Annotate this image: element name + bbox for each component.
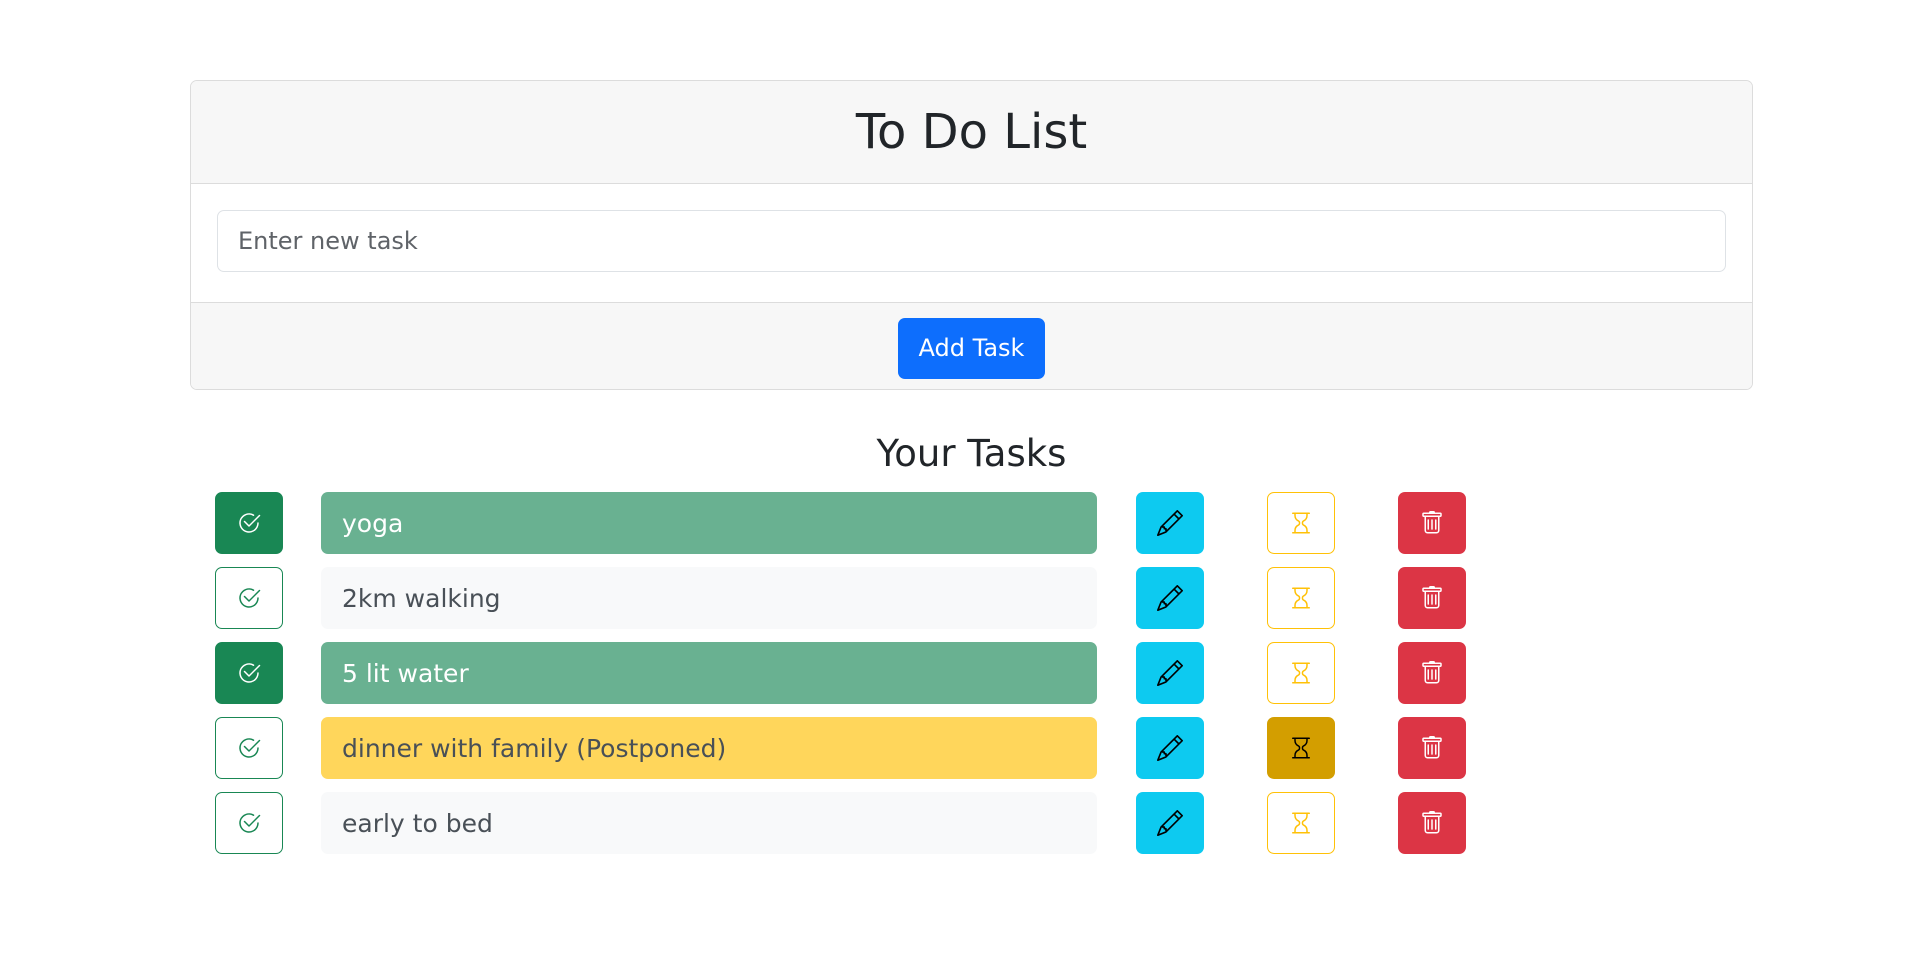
todo-card: To Do List Add Task <box>190 80 1753 390</box>
task-text: yoga <box>321 492 1097 554</box>
trash-icon <box>1420 736 1444 760</box>
card-footer: Add Task <box>191 302 1752 389</box>
postpone-button[interactable] <box>1267 642 1335 704</box>
trash-icon <box>1420 811 1444 835</box>
card-body <box>191 184 1752 302</box>
page-title: To Do List <box>855 104 1088 160</box>
task-text: early to bed <box>321 792 1097 854</box>
task-row: 5 lit water <box>0 642 1921 704</box>
task-text: 2km walking <box>321 567 1097 629</box>
check-circle-icon <box>237 586 261 610</box>
check-circle-icon <box>237 661 261 685</box>
pencil-icon <box>1157 735 1183 761</box>
trash-icon <box>1420 661 1444 685</box>
task-row: 2km walking <box>0 567 1921 629</box>
pencil-icon <box>1157 585 1183 611</box>
delete-button[interactable] <box>1398 642 1466 704</box>
task-row: dinner with family (Postponed) <box>0 717 1921 779</box>
delete-button[interactable] <box>1398 717 1466 779</box>
hourglass-icon <box>1289 511 1313 535</box>
add-task-button[interactable]: Add Task <box>897 317 1046 379</box>
new-task-input[interactable] <box>217 210 1726 272</box>
delete-button[interactable] <box>1398 567 1466 629</box>
complete-button[interactable] <box>215 567 283 629</box>
check-circle-icon <box>237 811 261 835</box>
edit-button[interactable] <box>1136 492 1204 554</box>
postpone-button[interactable] <box>1267 492 1335 554</box>
hourglass-icon <box>1289 661 1313 685</box>
complete-button[interactable] <box>215 792 283 854</box>
task-row: early to bed <box>0 792 1921 854</box>
edit-button[interactable] <box>1136 717 1204 779</box>
tasks-section-title: Your Tasks <box>876 432 1067 475</box>
complete-button[interactable] <box>215 642 283 704</box>
pencil-icon <box>1157 510 1183 536</box>
task-text: 5 lit water <box>321 642 1097 704</box>
postpone-button[interactable] <box>1267 792 1335 854</box>
complete-button[interactable] <box>215 492 283 554</box>
card-header: To Do List <box>191 81 1752 184</box>
edit-button[interactable] <box>1136 642 1204 704</box>
hourglass-icon <box>1289 736 1313 760</box>
postpone-button[interactable] <box>1267 567 1335 629</box>
hourglass-icon <box>1289 811 1313 835</box>
postpone-button[interactable] <box>1267 717 1335 779</box>
trash-icon <box>1420 586 1444 610</box>
task-row: yoga <box>0 492 1921 554</box>
pencil-icon <box>1157 660 1183 686</box>
complete-button[interactable] <box>215 717 283 779</box>
hourglass-icon <box>1289 586 1313 610</box>
check-circle-icon <box>237 736 261 760</box>
check-circle-icon <box>237 511 261 535</box>
trash-icon <box>1420 511 1444 535</box>
edit-button[interactable] <box>1136 567 1204 629</box>
edit-button[interactable] <box>1136 792 1204 854</box>
delete-button[interactable] <box>1398 792 1466 854</box>
delete-button[interactable] <box>1398 492 1466 554</box>
task-text: dinner with family (Postponed) <box>321 717 1097 779</box>
pencil-icon <box>1157 810 1183 836</box>
